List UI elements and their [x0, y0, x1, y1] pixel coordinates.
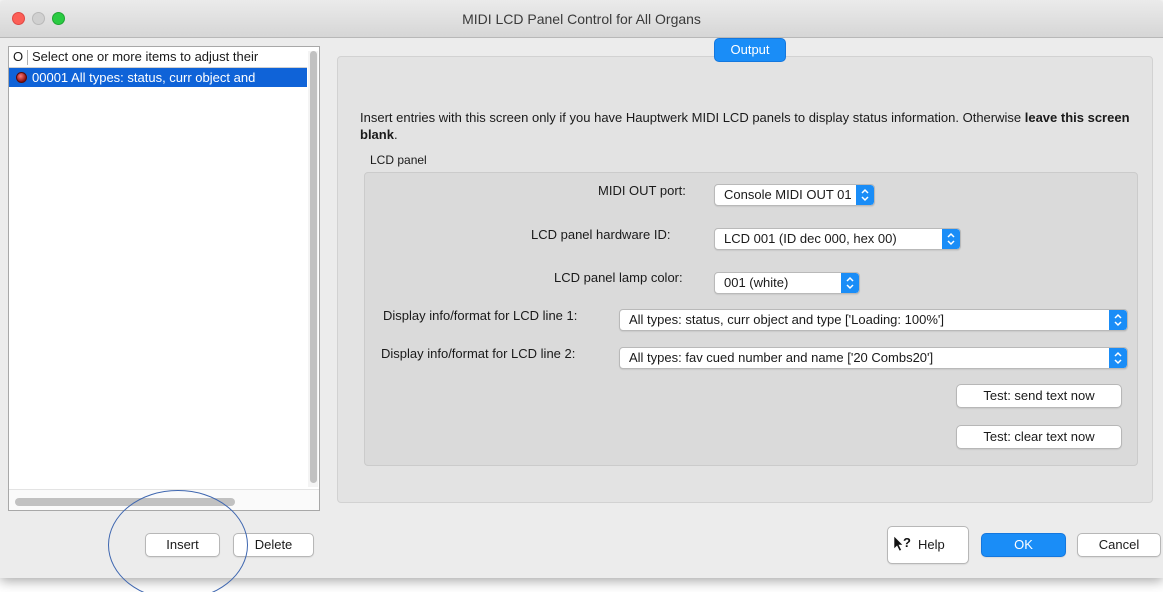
midi-out-port-select[interactable]: Console MIDI OUT 01 [714, 184, 875, 206]
question-arrow-icon: ? [892, 535, 914, 560]
vertical-scrollbar[interactable] [308, 51, 318, 487]
lcd-line2-label: Display info/format for LCD line 2: [381, 346, 576, 361]
up-down-chevron-icon [1109, 348, 1127, 368]
svg-text:?: ? [903, 535, 911, 550]
midi-out-port-label: MIDI OUT port: [598, 183, 686, 198]
item-list[interactable]: O Select one or more items to adjust the… [8, 46, 320, 511]
help-button-label: Help [918, 537, 945, 552]
intro-end: . [393, 127, 398, 142]
annotation-circle [108, 490, 248, 592]
help-button[interactable]: ? Help [887, 526, 969, 564]
test-send-text-button[interactable]: Test: send text now [956, 384, 1122, 408]
intro-body: Insert entries with this screen only if … [360, 110, 1025, 125]
lcd-line1-label: Display info/format for LCD line 1: [383, 308, 578, 323]
list-header-col-o[interactable]: O [13, 47, 25, 67]
lcd-line2-select[interactable]: All types: fav cued number and name ['20… [619, 347, 1128, 369]
up-down-chevron-icon [856, 185, 874, 205]
lcd-line2-value: All types: fav cued number and name ['20… [629, 350, 934, 365]
lcd-hardware-id-label: LCD panel hardware ID: [531, 227, 671, 242]
ok-button[interactable]: OK [981, 533, 1066, 557]
list-header-separator [27, 50, 28, 65]
midi-out-port-value: Console MIDI OUT 01 [724, 187, 852, 202]
lamp-color-select[interactable]: 001 (white) [714, 272, 860, 294]
lamp-color-label: LCD panel lamp color: [554, 270, 683, 285]
up-down-chevron-icon [841, 273, 859, 293]
cancel-button[interactable]: Cancel [1077, 533, 1161, 557]
lcd-line1-value: All types: status, curr object and type … [629, 312, 944, 327]
intro-text: Insert entries with this screen only if … [360, 109, 1150, 143]
vertical-scroll-thumb[interactable] [310, 51, 317, 483]
list-item[interactable]: 00001 All types: status, curr object and [9, 68, 307, 87]
list-header-description[interactable]: Select one or more items to adjust their [32, 47, 258, 67]
list-item-label: 00001 All types: status, curr object and [32, 70, 256, 85]
list-header: O Select one or more items to adjust the… [9, 47, 307, 68]
lamp-color-value: 001 (white) [724, 275, 789, 290]
up-down-chevron-icon [1109, 310, 1127, 330]
lcd-line1-select[interactable]: All types: status, curr object and type … [619, 309, 1128, 331]
test-clear-text-button[interactable]: Test: clear text now [956, 425, 1122, 449]
title-bar: MIDI LCD Panel Control for All Organs [0, 0, 1163, 38]
window-title: MIDI LCD Panel Control for All Organs [462, 11, 701, 27]
lcd-hardware-id-value: LCD 001 (ID dec 000, hex 00) [724, 231, 897, 246]
lcd-hardware-id-select[interactable]: LCD 001 (ID dec 000, hex 00) [714, 228, 961, 250]
tab-output[interactable]: Output [714, 38, 786, 62]
red-dot-icon [16, 72, 27, 83]
up-down-chevron-icon [942, 229, 960, 249]
lcd-panel-group-label: LCD panel [370, 153, 427, 167]
